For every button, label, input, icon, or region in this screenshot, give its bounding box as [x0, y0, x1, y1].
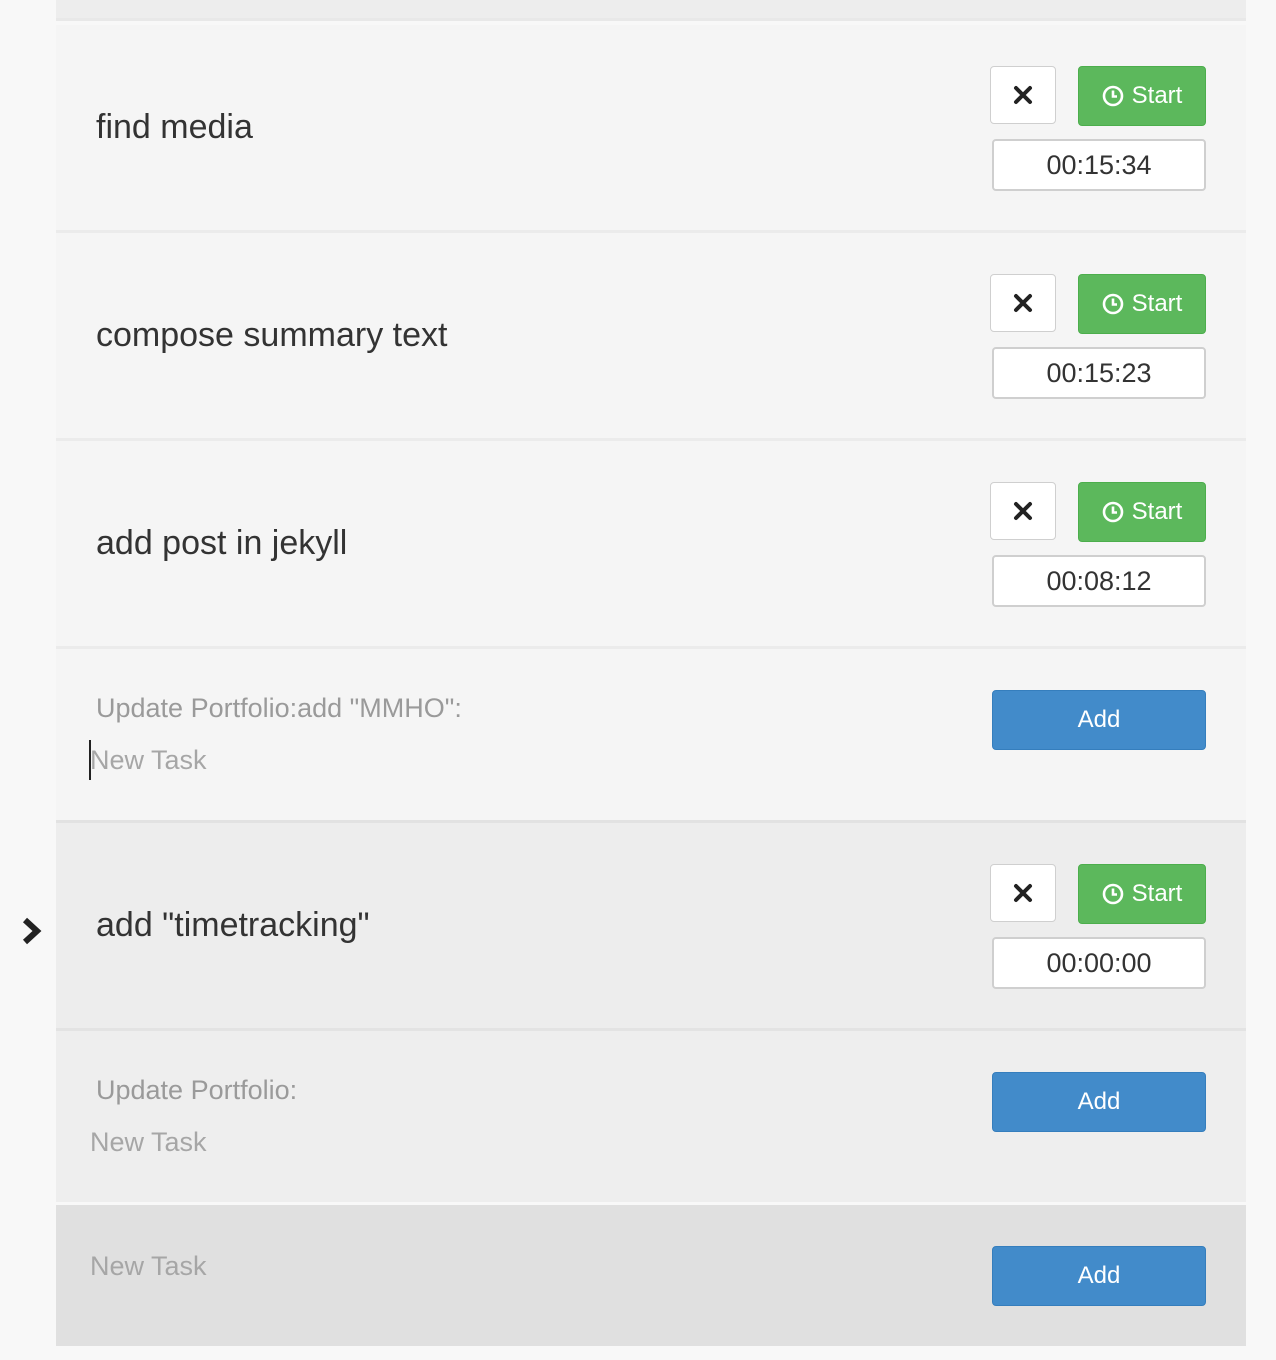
clock-icon — [1102, 883, 1123, 905]
start-timer-button[interactable]: Start — [1078, 482, 1206, 542]
start-label: Start — [1131, 82, 1183, 109]
start-label: Start — [1131, 880, 1183, 907]
elapsed-time: 00:15:34 — [992, 139, 1206, 191]
close-icon — [1014, 86, 1032, 104]
elapsed-time: 00:00:00 — [992, 937, 1206, 989]
group-label: Update Portfolio: — [96, 1075, 298, 1105]
task-row: add post in jekyll Start 00:08:12 — [56, 441, 1246, 649]
new-task-input[interactable] — [90, 1122, 790, 1162]
elapsed-time: 00:15:23 — [992, 347, 1206, 399]
close-icon — [1014, 294, 1032, 312]
clock-icon — [1102, 293, 1123, 315]
close-icon — [1014, 502, 1032, 520]
start-label: Start — [1131, 498, 1183, 525]
clock-icon — [1102, 85, 1123, 107]
chevron-right-icon — [22, 917, 42, 945]
start-label: Start — [1131, 290, 1183, 317]
add-task-button[interactable]: Add — [992, 690, 1206, 750]
delete-task-button[interactable] — [990, 274, 1056, 332]
task-row: compose summary text Start 00:15:23 — [56, 233, 1246, 441]
task-title: add post in jekyll — [96, 524, 348, 562]
new-task-row: Update Portfolio:add "MMHO": Add — [56, 649, 1246, 823]
start-timer-button[interactable]: Start — [1078, 864, 1206, 924]
new-task-input[interactable] — [90, 1246, 790, 1286]
clock-icon — [1102, 501, 1123, 523]
task-title: add "timetracking" — [96, 906, 370, 944]
add-task-button[interactable]: Add — [992, 1246, 1206, 1306]
add-task-button[interactable]: Add — [992, 1072, 1206, 1132]
delete-task-button[interactable] — [990, 864, 1056, 922]
new-task-row: Update Portfolio: Add — [56, 1031, 1246, 1205]
delete-task-button[interactable] — [990, 66, 1056, 124]
task-row: find media Start 00:15:34 — [56, 25, 1246, 233]
delete-task-button[interactable] — [990, 482, 1056, 540]
new-task-input[interactable] — [90, 740, 790, 780]
close-icon — [1014, 884, 1032, 902]
task-title: find media — [96, 108, 253, 146]
task-title: compose summary text — [96, 316, 448, 354]
task-row-active: add "timetracking" Start 00:00:00 — [56, 823, 1246, 1031]
task-list: find media Start 00:15:34 compose summar… — [56, 0, 1246, 1360]
start-timer-button[interactable]: Start — [1078, 66, 1206, 126]
elapsed-time: 00:08:12 — [992, 555, 1206, 607]
start-timer-button[interactable]: Start — [1078, 274, 1206, 334]
previous-row-edge — [56, 0, 1246, 21]
new-task-row: Add — [56, 1205, 1246, 1346]
group-label: Update Portfolio:add "MMHO": — [96, 693, 462, 723]
